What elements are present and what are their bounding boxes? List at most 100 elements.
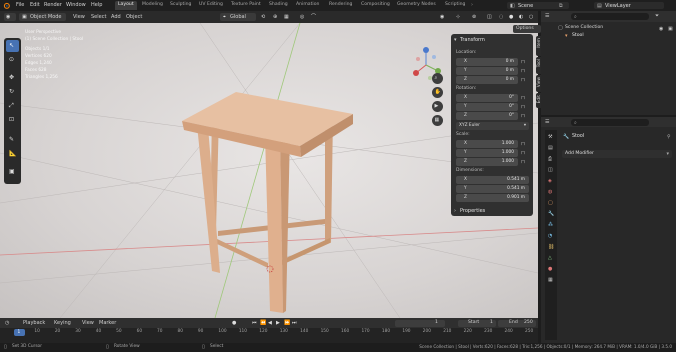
tab-compositing[interactable]: Compositing	[358, 1, 393, 10]
rotate-tool[interactable]: ↻	[6, 86, 19, 98]
lock-scale-z-icon[interactable]: ⊓	[521, 160, 525, 165]
stool-model[interactable]	[182, 92, 353, 313]
current-frame-field[interactable]: 1	[395, 319, 445, 327]
start-frame-field[interactable]: Start 1	[458, 319, 496, 327]
blender-logo-icon[interactable]	[3, 2, 10, 9]
scene-browse-icon[interactable]: ⧉	[559, 3, 563, 9]
tab-uv-editing[interactable]: UV Editing	[196, 1, 226, 10]
tool-tab-icon[interactable]: ⚒	[548, 135, 552, 140]
scale-y-field[interactable]: Y 1.000	[456, 149, 518, 157]
rotation-z-field[interactable]: Z 0°	[456, 112, 518, 120]
camera-view-button[interactable]: ▶	[432, 101, 443, 112]
properties-panel-header[interactable]: › Properties	[451, 206, 533, 216]
lock-scale-x-icon[interactable]: ⊓	[521, 142, 525, 147]
jump-keyframe-forward-icon[interactable]: ⏩	[284, 320, 290, 326]
play-reverse-icon[interactable]: ◀	[268, 320, 272, 326]
view-layer-tab-icon[interactable]: ◫	[548, 168, 553, 173]
object-tab-icon[interactable]: ▢	[548, 201, 553, 206]
add-modifier-dropdown[interactable]: Add Modifier ▾	[562, 150, 672, 158]
output-tab-icon[interactable]: ⎙	[548, 157, 552, 162]
scale-x-field[interactable]: X 1.000	[456, 140, 518, 148]
location-z-field[interactable]: Z 0 m	[456, 76, 518, 84]
menu-help[interactable]: Help	[91, 3, 102, 8]
rotation-mode-dropdown[interactable]: XYZ Euler ▾	[456, 122, 529, 130]
location-x-field[interactable]: X 0 m	[456, 58, 518, 66]
jump-end-icon[interactable]: ⏭	[292, 320, 297, 326]
transform-collapse-icon[interactable]: ▾	[454, 38, 457, 43]
move-tool[interactable]: ✥	[6, 72, 19, 84]
texture-tab-icon[interactable]: ▦	[548, 278, 553, 283]
jump-start-icon[interactable]: ⏮	[252, 320, 257, 326]
physics-tab-icon[interactable]: ◔	[548, 234, 552, 239]
rotation-y-field[interactable]: Y 0°	[456, 103, 518, 111]
material-shading-icon[interactable]: ◐	[519, 15, 523, 20]
eye-icon[interactable]: ◉	[659, 27, 663, 32]
lock-rotation-z-icon[interactable]: ⊓	[521, 114, 525, 119]
visibility-icon[interactable]: ◉	[440, 15, 444, 20]
end-frame-field[interactable]: End 250	[498, 319, 536, 327]
perspective-toggle-button[interactable]: ▦	[432, 115, 443, 126]
measure-tool[interactable]: 📐	[6, 148, 19, 160]
menu-window[interactable]: Window	[66, 3, 86, 8]
tab-layout[interactable]: Layout	[115, 1, 137, 10]
dimension-x-field[interactable]: X 0.541 m	[456, 176, 529, 184]
menu-render[interactable]: Render	[44, 3, 62, 8]
outliner-editor-icon[interactable]: ☰	[545, 14, 549, 19]
scene-tab-icon[interactable]: ◈	[548, 179, 552, 184]
editor-type-button[interactable]: ◉	[4, 13, 16, 21]
menu-keying[interactable]: Keying	[54, 321, 71, 326]
solid-shading-icon[interactable]: ●	[509, 15, 513, 20]
play-icon[interactable]: ▶	[276, 320, 280, 326]
record-icon[interactable]: ●	[232, 320, 236, 326]
pin-icon[interactable]: ⚲	[667, 135, 671, 140]
menu-marker[interactable]: Marker	[99, 321, 116, 326]
select-box-tool[interactable]: ↖	[6, 40, 19, 52]
dimension-z-field[interactable]: Z 0.901 m	[456, 194, 529, 202]
wireframe-shading-icon[interactable]: ◌	[499, 15, 503, 20]
particles-tab-icon[interactable]: ⁂	[548, 223, 553, 228]
outliner-row-stool[interactable]: ▾ Stool ◉ ▣	[555, 27, 676, 40]
tab-scripting[interactable]: Scripting	[442, 1, 468, 10]
xray-icon[interactable]: ◫	[487, 15, 492, 20]
gizmo-icon[interactable]: ⊹	[456, 15, 460, 20]
annotate-tool[interactable]: ✎	[6, 134, 19, 146]
falloff-icon[interactable]: ⌒	[311, 15, 316, 20]
tab-geometry-nodes[interactable]: Geometry Nodes	[394, 1, 439, 10]
menu-add[interactable]: Add	[111, 15, 121, 20]
properties-search-input[interactable]: ⌕	[571, 119, 649, 126]
cursor-tool[interactable]: ⊙	[6, 54, 19, 66]
scale-z-field[interactable]: Z 1.000	[456, 158, 518, 166]
gizmo-x-axis-icon[interactable]	[413, 70, 419, 76]
menu-timeline-view[interactable]: View	[82, 321, 94, 326]
transform-orientation-dropdown[interactable]: ⌖ Global	[220, 13, 256, 21]
rendered-shading-icon[interactable]: ○	[529, 15, 533, 20]
scale-tool[interactable]: ⤢	[6, 100, 19, 112]
tab-texture-paint[interactable]: Texture Paint	[228, 1, 264, 10]
render-tab-icon[interactable]: ▤	[548, 146, 553, 151]
lock-location-x-icon[interactable]: ⊓	[521, 60, 525, 65]
menu-edit[interactable]: Edit	[30, 3, 40, 8]
menu-playback[interactable]: Playback	[23, 321, 45, 326]
modifier-tab-icon[interactable]: 🔧	[548, 212, 554, 217]
snap-target-icon[interactable]: ▦	[284, 15, 289, 20]
viewlayer-selector[interactable]: ▤ ViewLayer	[594, 2, 664, 9]
add-cube-tool[interactable]: ▣	[6, 166, 19, 178]
dimension-y-field[interactable]: Y 0.541 m	[456, 185, 529, 193]
lock-scale-y-icon[interactable]: ⊓	[521, 151, 525, 156]
gizmo-z-axis-icon[interactable]	[423, 47, 429, 53]
constraints-tab-icon[interactable]: ⛓	[548, 245, 554, 250]
material-tab-icon[interactable]: ●	[548, 267, 552, 272]
menu-object[interactable]: Object	[126, 15, 142, 20]
tab-rendering[interactable]: Rendering	[326, 1, 355, 10]
workspace-tabs-overflow-chevron-icon[interactable]: ›	[471, 3, 473, 8]
snap-icon[interactable]: ⊕	[273, 15, 277, 20]
pan-view-button[interactable]: ✋	[432, 87, 443, 98]
jump-keyframe-back-icon[interactable]: ⏪	[260, 320, 266, 326]
world-tab-icon[interactable]: ◍	[548, 190, 552, 195]
transform-tool[interactable]: ⊡	[6, 114, 19, 126]
tab-modeling[interactable]: Modeling	[139, 1, 166, 10]
location-y-field[interactable]: Y 0 m	[456, 67, 518, 75]
menu-file[interactable]: File	[16, 3, 24, 8]
lock-rotation-y-icon[interactable]: ⊓	[521, 105, 525, 110]
tab-animation[interactable]: Animation	[293, 1, 322, 10]
